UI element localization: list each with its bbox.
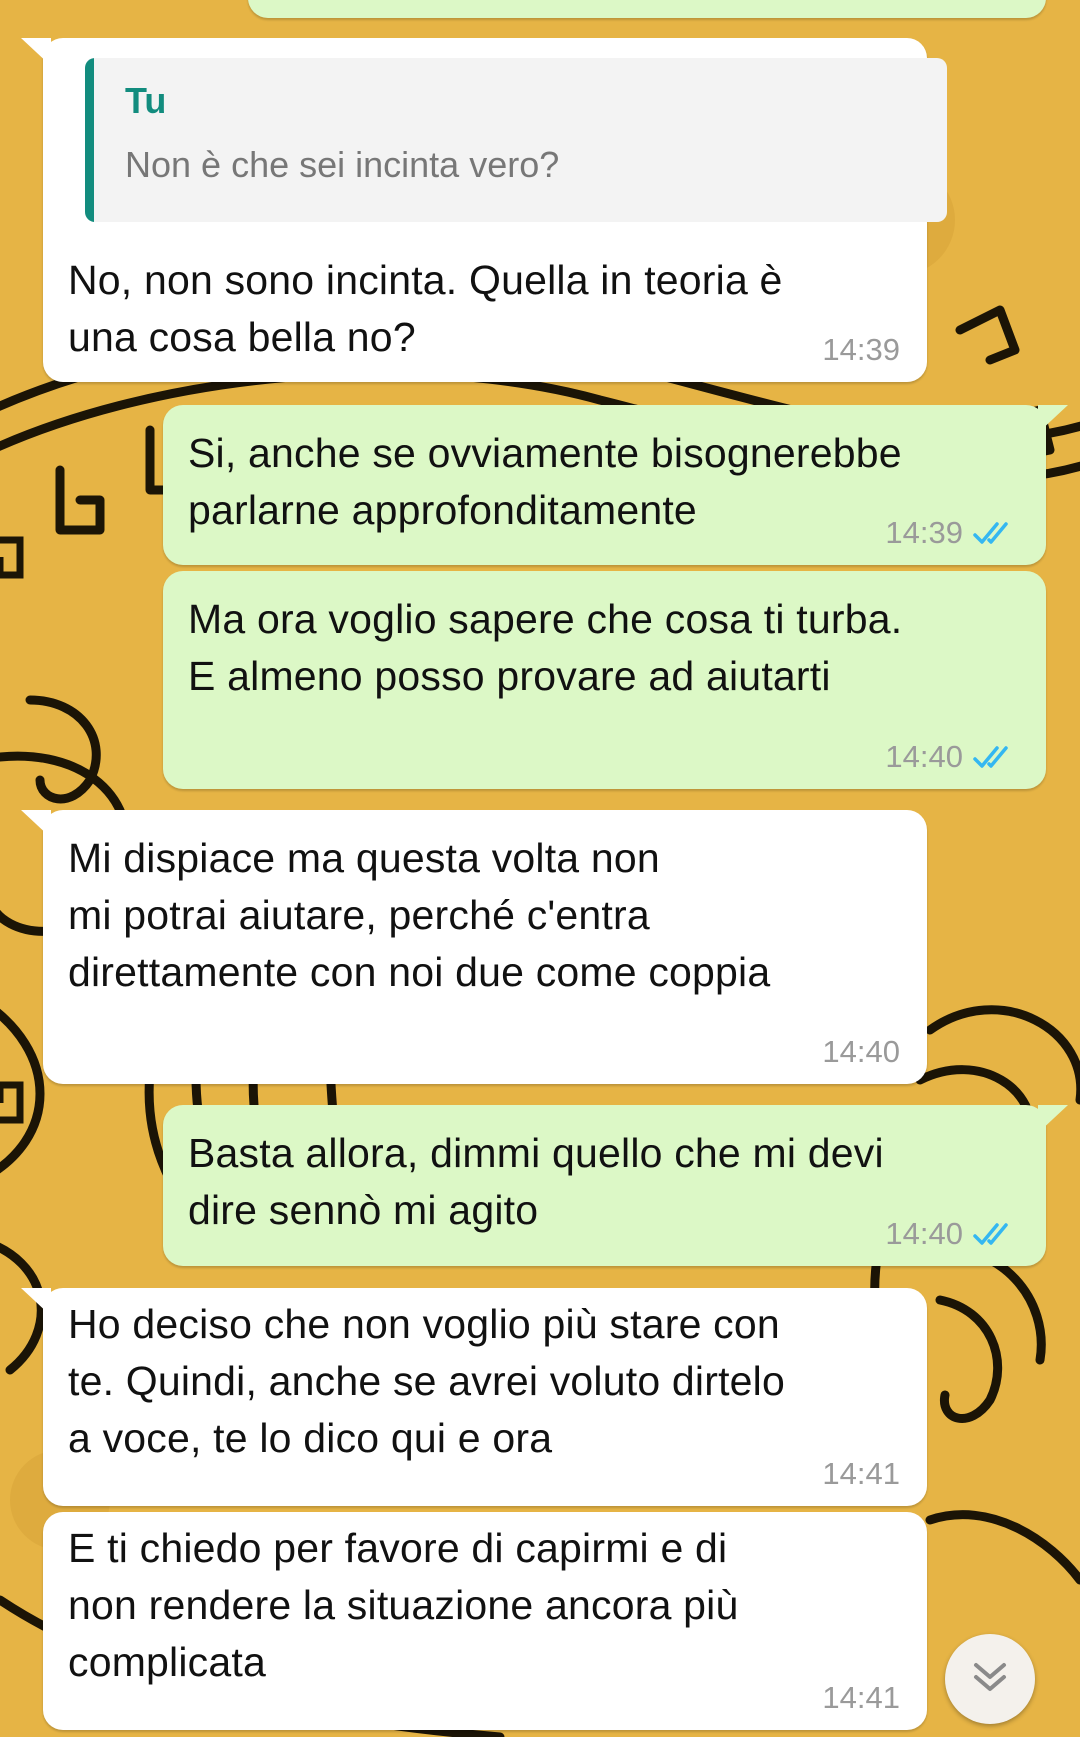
quote-author: Tu: [125, 80, 167, 121]
message-line: te. Quindi, anche se avrei voluto dirtel…: [68, 1358, 785, 1404]
message-time: 14:40: [885, 739, 963, 774]
message-meta: 14:39: [885, 515, 1019, 551]
message-bubble-outgoing[interactable]: Ma ora voglio sapere che cosa ti turba. …: [163, 571, 1046, 789]
message-meta: 14:40: [885, 1216, 1019, 1252]
quote-text: Non è che sei incinta vero?: [125, 144, 560, 185]
message-line: direttamente con noi due come coppia: [68, 949, 771, 995]
message-time: 14:41: [822, 1456, 900, 1491]
message-meta: 14:41: [822, 1456, 900, 1492]
quoted-message[interactable]: Tu Non è che sei incinta vero?: [85, 58, 947, 222]
message-text: Ma ora voglio sapere che cosa ti turba. …: [188, 591, 1012, 705]
message-line: Ho deciso che non voglio più stare con: [68, 1301, 780, 1347]
message-line: Mi dispiace ma questa volta non: [68, 835, 660, 881]
message-line: Basta allora, dimmi quello che mi devi: [188, 1130, 884, 1176]
message-line: E almeno posso provare ad aiutarti: [188, 653, 831, 699]
bubble-tail: [21, 38, 51, 66]
double-check-icon: [973, 746, 1008, 768]
message-text: E ti chiedo per favore di capirmi e di n…: [68, 1520, 893, 1691]
message-time: 14:40: [822, 1034, 900, 1069]
message-meta: 14:39: [822, 332, 900, 368]
message-text: No, non sono incinta. Quella in teoria è…: [68, 252, 893, 366]
bubble-tail: [21, 1288, 51, 1316]
message-bubble-incoming[interactable]: Mi dispiace ma questa volta non mi potra…: [21, 810, 927, 1084]
double-chevron-down-icon: [974, 1663, 1006, 1691]
message-bubble-incoming[interactable]: Tu Non è che sei incinta vero? No, non s…: [21, 38, 947, 382]
message-bubble-outgoing-partial[interactable]: [248, 0, 1046, 18]
message-time: 14:41: [822, 1680, 900, 1715]
message-meta: 14:40: [885, 739, 1019, 775]
message-line: Ma ora voglio sapere che cosa ti turba.: [188, 596, 903, 642]
quote-accent-bar: [85, 58, 94, 222]
message-bubble-outgoing[interactable]: Si, anche se ovviamente bisognerebbe par…: [163, 405, 1068, 565]
message-line: mi potrai aiutare, perché c'entra: [68, 892, 650, 938]
message-meta: 14:40: [822, 1034, 900, 1070]
bubble-tail: [21, 810, 51, 838]
double-check-icon: [973, 522, 1008, 544]
message-line: complicata: [68, 1639, 266, 1685]
message-line: Si, anche se ovviamente bisognerebbe: [188, 430, 902, 476]
message-text: Ho deciso che non voglio più stare con t…: [68, 1296, 893, 1467]
message-meta: 14:41: [822, 1680, 900, 1716]
message-bubble-outgoing[interactable]: Basta allora, dimmi quello che mi devi d…: [163, 1105, 1068, 1266]
message-line: una cosa bella no?: [68, 314, 416, 360]
message-time: 14:40: [885, 1216, 963, 1251]
message-text: Mi dispiace ma questa volta non mi potra…: [68, 830, 893, 1001]
message-time: 14:39: [822, 332, 900, 367]
message-line: E ti chiedo per favore di capirmi e di: [68, 1525, 728, 1571]
message-bubble-incoming[interactable]: E ti chiedo per favore di capirmi e di n…: [43, 1512, 927, 1730]
message-line: a voce, te lo dico qui e ora: [68, 1415, 553, 1461]
message-line: No, non sono incinta. Quella in teoria è: [68, 257, 783, 303]
double-check-icon: [973, 1223, 1008, 1245]
message-time: 14:39: [885, 515, 963, 550]
message-bubble-incoming[interactable]: Ho deciso che non voglio più stare con t…: [21, 1288, 927, 1506]
scroll-to-bottom-button[interactable]: [945, 1634, 1035, 1724]
bubble-tail: [1038, 405, 1068, 433]
bubble-tail: [1038, 1105, 1068, 1133]
message-line: non rendere la situazione ancora più: [68, 1582, 739, 1628]
